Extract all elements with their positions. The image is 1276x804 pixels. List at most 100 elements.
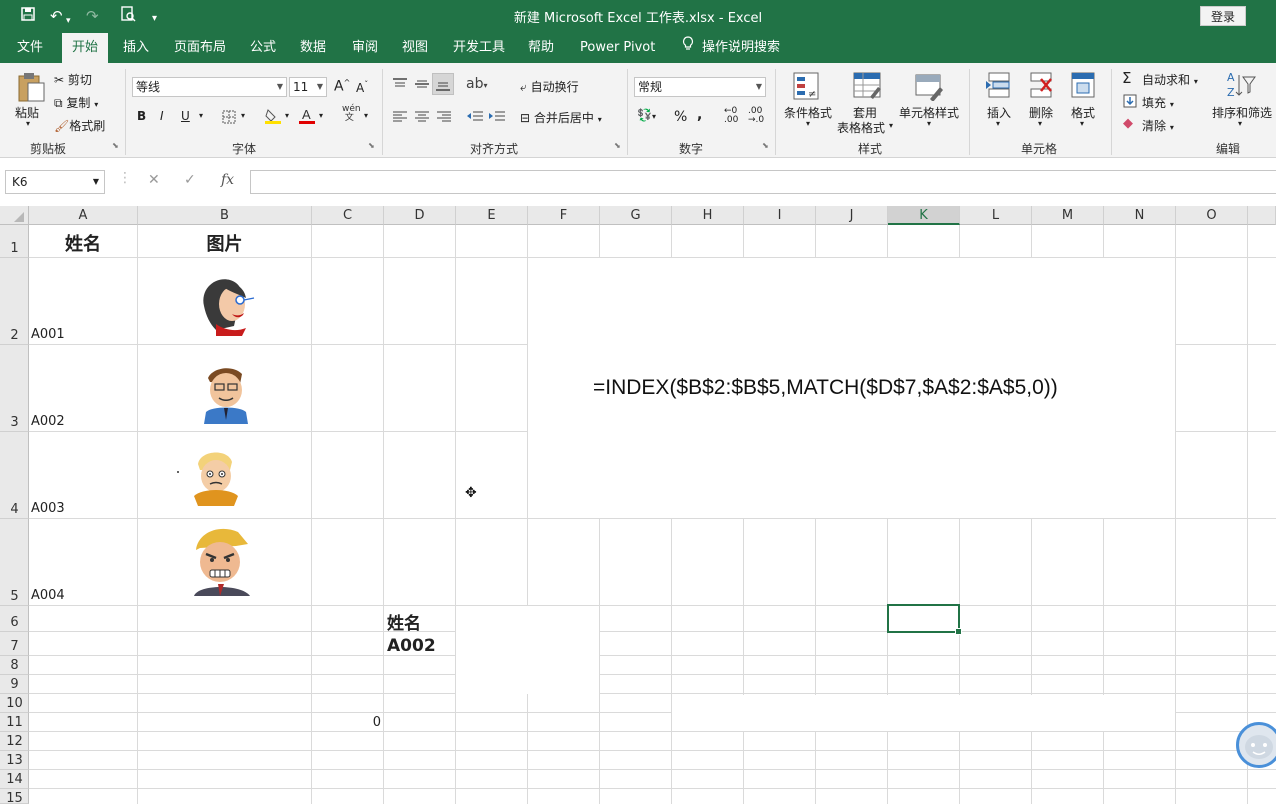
delete-dropdown-icon[interactable]: ▾ — [1038, 119, 1042, 128]
row-header-12[interactable]: 12 — [0, 732, 29, 751]
format-dropdown-icon[interactable]: ▾ — [1080, 119, 1084, 128]
comma-style-icon[interactable]: , — [697, 107, 702, 123]
bold-button[interactable]: B — [137, 109, 146, 123]
percent-style-icon[interactable]: % — [674, 109, 687, 125]
formula-input[interactable] — [250, 170, 1276, 194]
column-header-b[interactable]: B — [138, 206, 312, 225]
column-header-g[interactable]: G — [600, 206, 672, 225]
align-left-icon[interactable] — [392, 110, 408, 127]
autosum-button[interactable]: 自动求和 ▾ — [1142, 71, 1198, 88]
align-middle-icon[interactable] — [414, 77, 430, 94]
confirm-entry-icon[interactable]: ✓ — [184, 172, 196, 188]
tell-me-search[interactable]: 操作说明搜索 — [672, 33, 790, 63]
border-icon[interactable] — [222, 110, 236, 127]
eraser-icon[interactable]: ◆ — [1123, 116, 1133, 131]
tab-home[interactable]: 开始 — [62, 33, 109, 64]
cancel-entry-icon[interactable]: ✕ — [148, 172, 160, 188]
autosum-icon[interactable]: Σ — [1122, 69, 1131, 87]
fill-color-dropdown-icon[interactable]: ▾ — [285, 111, 289, 120]
row-header-11[interactable]: 11 — [0, 713, 29, 732]
cell-a2[interactable]: A001 — [31, 327, 65, 342]
alignment-launcher-icon[interactable]: ⬊ — [614, 141, 621, 150]
clipboard-launcher-icon[interactable]: ⬊ — [112, 141, 119, 150]
column-header-f[interactable]: F — [528, 206, 600, 225]
column-header-e[interactable]: E — [456, 206, 528, 225]
column-header-c[interactable]: C — [312, 206, 384, 225]
row-header-14[interactable]: 14 — [0, 770, 29, 789]
tab-page-layout[interactable]: 页面布局 — [164, 33, 236, 63]
copy-button[interactable]: ⧉ 复制 ▾ — [54, 94, 98, 111]
row-header-13[interactable]: 13 — [0, 751, 29, 770]
select-all-button[interactable] — [0, 206, 29, 225]
cell-a5[interactable]: A004 — [31, 588, 65, 603]
clear-button[interactable]: 清除 ▾ — [1142, 117, 1174, 134]
align-bottom-icon[interactable] — [432, 73, 454, 95]
login-button[interactable]: 登录 — [1200, 6, 1246, 26]
row-header-7[interactable]: 7 — [0, 632, 29, 656]
shrink-font-icon[interactable]: Aˇ — [356, 80, 368, 95]
format-painter-button[interactable]: 🖌格式刷 — [54, 117, 105, 134]
wrap-text-button[interactable]: ⤶ 自动换行 — [520, 78, 579, 95]
font-color-icon[interactable]: A — [298, 107, 316, 128]
row-header-1[interactable]: 1 — [0, 225, 29, 258]
row-header-9[interactable]: 9 — [0, 675, 29, 694]
underline-button[interactable]: U — [181, 109, 190, 123]
cell-d7[interactable]: A002 — [387, 636, 436, 656]
italic-button[interactable]: I — [160, 109, 164, 123]
row-header-8[interactable]: 8 — [0, 656, 29, 675]
column-header-j[interactable]: J — [816, 206, 888, 225]
fill-icon[interactable] — [1123, 94, 1137, 111]
row-header-5[interactable]: 5 — [0, 519, 29, 606]
column-header-i[interactable]: I — [744, 206, 816, 225]
font-launcher-icon[interactable]: ⬊ — [368, 141, 375, 150]
column-header-p[interactable] — [1248, 206, 1276, 225]
increase-indent-icon[interactable] — [488, 110, 506, 127]
insert-cells-icon[interactable] — [985, 71, 1013, 104]
column-header-o[interactable]: O — [1176, 206, 1248, 225]
increase-decimal-icon[interactable]: ←0.00 — [724, 107, 738, 125]
sort-filter-icon[interactable]: AZ — [1225, 69, 1257, 104]
tab-insert[interactable]: 插入 — [113, 33, 159, 63]
sort-filter-dropdown-icon[interactable]: ▾ — [1238, 119, 1242, 128]
avatar-man-glasses-image[interactable] — [198, 362, 254, 427]
column-header-k[interactable]: K — [888, 206, 960, 225]
row-header-10[interactable]: 10 — [0, 694, 29, 713]
align-center-icon[interactable] — [414, 110, 430, 127]
format-as-table-dropdown-icon[interactable]: ▾ — [889, 121, 893, 130]
avatar-woman-image[interactable] — [196, 276, 258, 339]
worksheet-grid[interactable]: A B C D E F G H I J K L M N O 1 2 3 4 5 … — [0, 206, 1276, 804]
tab-file[interactable]: 文件 — [7, 33, 53, 63]
avatar-blond-man-image[interactable] — [176, 446, 250, 511]
decrease-indent-icon[interactable] — [466, 110, 484, 127]
paste-button[interactable] — [16, 71, 46, 106]
phonetic-dropdown-icon[interactable]: ▾ — [364, 111, 368, 120]
tab-power-pivot[interactable]: Power Pivot — [570, 33, 665, 63]
row-header-6[interactable]: 6 — [0, 606, 29, 632]
number-launcher-icon[interactable]: ⬊ — [762, 141, 769, 150]
cell-styles-icon[interactable] — [914, 71, 944, 104]
format-cells-icon[interactable] — [1069, 71, 1097, 104]
underline-dropdown-icon[interactable]: ▾ — [199, 111, 203, 120]
insert-dropdown-icon[interactable]: ▾ — [996, 119, 1000, 128]
cell-a1[interactable]: 姓名 — [29, 230, 137, 256]
column-header-d[interactable]: D — [384, 206, 456, 225]
format-as-table-icon[interactable] — [852, 71, 882, 104]
orientation-icon[interactable]: ab▾ — [466, 76, 487, 92]
align-top-icon[interactable] — [392, 77, 408, 94]
grow-font-icon[interactable]: A^ — [334, 78, 350, 95]
accounting-format-icon[interactable]: 💱▾ — [637, 108, 656, 122]
row-header-3[interactable]: 3 — [0, 345, 29, 432]
avatar-angry-man-image[interactable] — [186, 526, 258, 599]
cell-a3[interactable]: A002 — [31, 414, 65, 429]
column-header-h[interactable]: H — [672, 206, 744, 225]
assistant-bubble-icon[interactable] — [1236, 722, 1276, 768]
tab-help[interactable]: 帮助 — [518, 33, 564, 63]
cell-styles-dropdown-icon[interactable]: ▾ — [927, 119, 931, 128]
paste-dropdown-icon[interactable]: ▾ — [26, 119, 30, 128]
cell-c11[interactable]: 0 — [312, 715, 381, 730]
number-format-dropdown[interactable]: 常规 ▼ — [634, 77, 766, 97]
tab-data[interactable]: 数据 — [290, 33, 336, 63]
insert-function-icon[interactable]: fx — [221, 172, 234, 188]
cut-button[interactable]: ✂ 剪切 — [54, 71, 92, 88]
column-header-n[interactable]: N — [1104, 206, 1176, 225]
